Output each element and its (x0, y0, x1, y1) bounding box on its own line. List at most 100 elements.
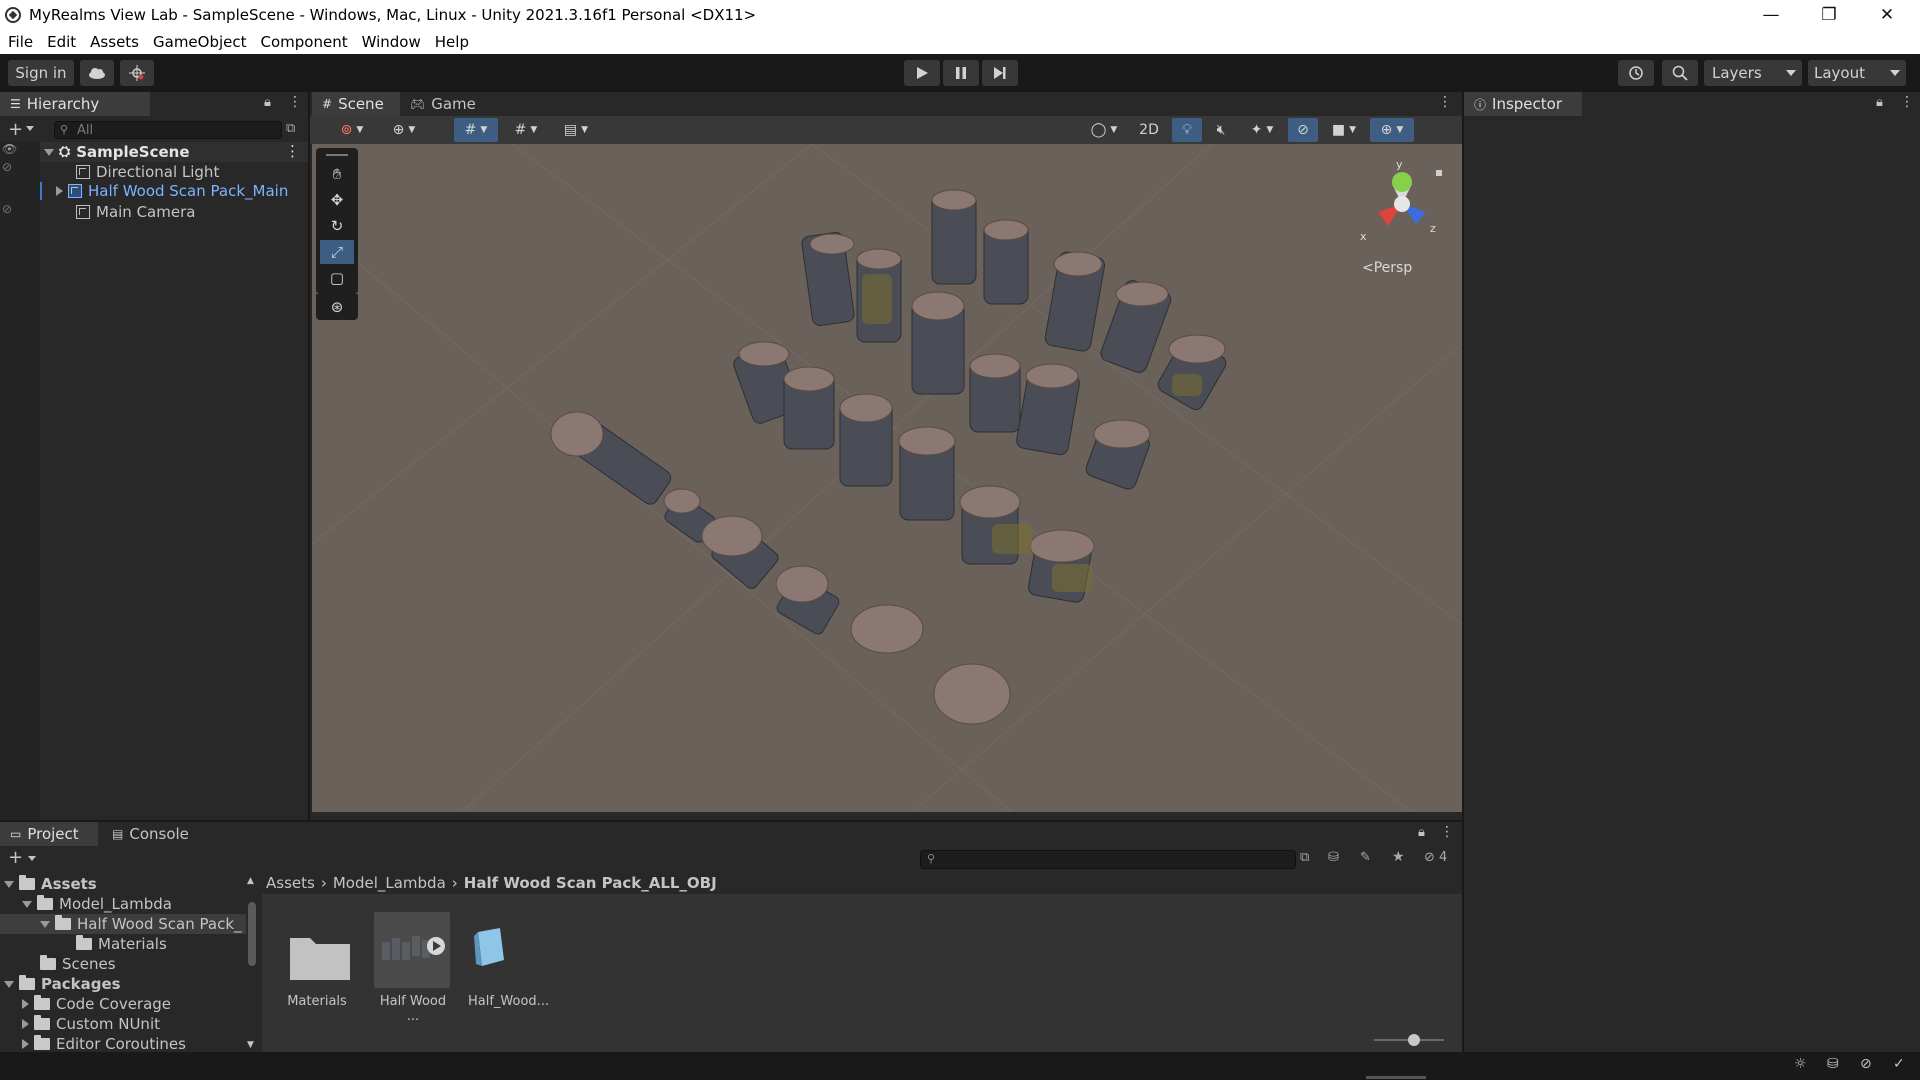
expand-arrow-icon[interactable] (22, 1039, 29, 1049)
rotate-tool-button[interactable]: ↻ (320, 214, 354, 238)
tab-inspector[interactable]: ⓘ Inspector (1464, 92, 1582, 116)
hierarchy-search-input[interactable]: ⚲ All (54, 121, 282, 139)
expand-arrow-icon[interactable] (22, 900, 32, 908)
expand-arrow-icon[interactable] (56, 186, 63, 196)
tree-item-materials[interactable]: Materials (76, 934, 167, 954)
scale-tool-button[interactable]: ⤢ (320, 240, 354, 264)
lighting-toggle[interactable]: 💡︎ (1172, 118, 1202, 142)
expand-arrow-icon[interactable] (4, 980, 14, 988)
network-off-icon[interactable]: ⊘ (1860, 1056, 1872, 1072)
layers-dropdown[interactable]: Layers (1704, 60, 1802, 86)
effects-dropdown[interactable]: ✦ ▼ (1240, 118, 1284, 142)
grid-snapping-dropdown[interactable]: # ▼ (454, 118, 498, 142)
filter-by-type-icon[interactable]: ⛁ (1328, 850, 1339, 865)
sign-in-button[interactable]: Sign in (8, 60, 74, 86)
breadcrumb-assets[interactable]: Assets (266, 874, 315, 892)
rect-tool-button[interactable]: ▢ (320, 266, 354, 290)
tab-hierarchy[interactable]: ☰ Hierarchy (0, 92, 150, 116)
star-icon[interactable]: ★ (1392, 849, 1405, 865)
scroll-up-icon[interactable]: ▲ (247, 876, 254, 886)
expand-arrow-icon[interactable] (44, 148, 54, 156)
eye-hidden-icon[interactable]: ⊘ (2, 160, 12, 174)
tree-item-model-lambda[interactable]: Model_Lambda (22, 894, 172, 914)
chevron-down-icon[interactable] (26, 126, 34, 131)
camera-dropdown[interactable]: ■ ▼ (1322, 118, 1366, 142)
folder-tree-scrollbar[interactable]: ▲ ▼ (246, 876, 258, 1052)
menu-assets[interactable]: Assets (90, 33, 139, 51)
draw-mode-dropdown[interactable]: ⊚ ▼ (330, 118, 374, 142)
more-options-icon[interactable]: ⋮ (285, 142, 300, 160)
menu-window[interactable]: Window (362, 33, 421, 51)
hand-tool-button[interactable]: ✋︎ (320, 162, 354, 186)
eye-icon[interactable]: 👁︎ (2, 142, 17, 156)
close-button[interactable]: ✕ (1858, 0, 1916, 29)
menu-component[interactable]: Component (261, 33, 348, 51)
restore-button[interactable]: ❐ (1800, 0, 1858, 29)
add-object-button[interactable]: + (8, 119, 23, 140)
more-options-icon[interactable]: ⋮ (1440, 824, 1454, 840)
audio-toggle[interactable]: 🔇︎ (1206, 118, 1236, 142)
filter-by-label-icon[interactable]: ✎ (1360, 850, 1371, 865)
history-button[interactable] (1618, 60, 1654, 86)
asset-half-wood-mesh[interactable] (466, 922, 516, 982)
debug-icon[interactable]: ☼ (1794, 1056, 1807, 1072)
tab-game[interactable]: 🎮︎ Game (400, 92, 484, 116)
tab-console[interactable]: ▤ Console (102, 822, 208, 846)
tree-item-assets[interactable]: Assets (4, 874, 97, 894)
hidden-packages-toggle[interactable]: ⊘ 4 (1424, 850, 1447, 865)
ruler-dropdown[interactable]: ▤ ▼ (554, 118, 598, 142)
asset-materials-folder[interactable] (280, 918, 360, 998)
asset-half-wood-model[interactable] (374, 912, 450, 988)
tree-item-custom-nunit[interactable]: Custom NUnit (22, 1014, 160, 1034)
layout-dropdown[interactable]: Layout (1808, 60, 1906, 86)
gizmos-dropdown[interactable]: ⊕ ▼ (1370, 118, 1414, 142)
tree-item-packages[interactable]: Packages (4, 974, 121, 994)
minimize-button[interactable]: — (1742, 0, 1800, 29)
menu-file[interactable]: File (8, 33, 33, 51)
increment-snap-dropdown[interactable]: # ▼ (504, 118, 548, 142)
shading-mode-dropdown[interactable]: ◯ ▼ (1082, 118, 1126, 142)
cloud-button[interactable] (80, 60, 114, 86)
search-button[interactable] (1662, 60, 1698, 86)
tree-item-half-wood-scan-pack[interactable]: Half Wood Scan Pack_ (0, 914, 246, 934)
collab-button[interactable] (120, 60, 154, 86)
projection-toggle[interactable]: <Persp (1362, 260, 1412, 276)
move-tool-button[interactable]: ✥ (320, 188, 354, 212)
expand-arrow-icon[interactable] (40, 920, 50, 928)
chevron-down-icon[interactable] (28, 856, 36, 861)
more-options-icon[interactable]: ⋮ (1438, 94, 1452, 110)
menu-edit[interactable]: Edit (47, 33, 76, 51)
toggle-2d-button[interactable]: 2D (1134, 118, 1164, 142)
database-icon[interactable]: ⛁ (1827, 1056, 1839, 1072)
tree-item-code-coverage[interactable]: Code Coverage (22, 994, 171, 1014)
menu-gameobject[interactable]: GameObject (153, 33, 247, 51)
hierarchy-item-half-wood-scan-pack[interactable]: Half Wood Scan Pack_Main (40, 181, 308, 201)
thumbnail-size-slider[interactable] (1374, 1034, 1444, 1046)
breadcrumb-model-lambda[interactable]: Model_Lambda (333, 874, 446, 892)
lock-icon[interactable]: 🔒︎ (1418, 825, 1425, 840)
pivot-dropdown[interactable]: ⊕ ▼ (382, 118, 426, 142)
lock-icon[interactable]: 🔒︎ (264, 95, 271, 110)
expand-arrow-icon[interactable] (22, 999, 29, 1009)
scrollbar-thumb[interactable] (248, 902, 256, 966)
step-button[interactable] (982, 60, 1018, 86)
search-filter-icon[interactable]: ⧉ (1300, 850, 1309, 865)
tab-project[interactable]: ▭ Project (0, 822, 98, 846)
tab-scene[interactable]: # Scene (312, 92, 400, 116)
transform-tool-button[interactable]: ⊛ (320, 295, 354, 319)
hierarchy-item-directional-light[interactable]: Directional Light (76, 162, 219, 182)
play-button[interactable] (904, 60, 940, 86)
hierarchy-item-main-camera[interactable]: Main Camera (76, 202, 195, 222)
drag-handle[interactable] (326, 154, 348, 156)
check-circle-icon[interactable]: ✓ (1893, 1056, 1905, 1072)
scene-row[interactable]: ⛭ SampleScene ⋮ (40, 142, 308, 162)
lock-icon[interactable]: 🔒︎ (1876, 95, 1883, 110)
tree-item-editor-coroutines[interactable]: Editor Coroutines (22, 1034, 186, 1054)
project-search-input[interactable]: ⚲ (920, 850, 1296, 869)
expand-arrow-icon[interactable] (22, 1019, 29, 1029)
scene-viewport[interactable]: ✋︎ ✥ ↻ ⤢ ▢ ⊛ y x z <Persp (312, 144, 1462, 812)
create-asset-button[interactable]: + (8, 847, 23, 868)
scene-visibility-toggle[interactable]: ⊘ (1288, 118, 1318, 142)
tree-item-scenes[interactable]: Scenes (40, 954, 116, 974)
more-options-icon[interactable]: ⋮ (1900, 94, 1914, 110)
